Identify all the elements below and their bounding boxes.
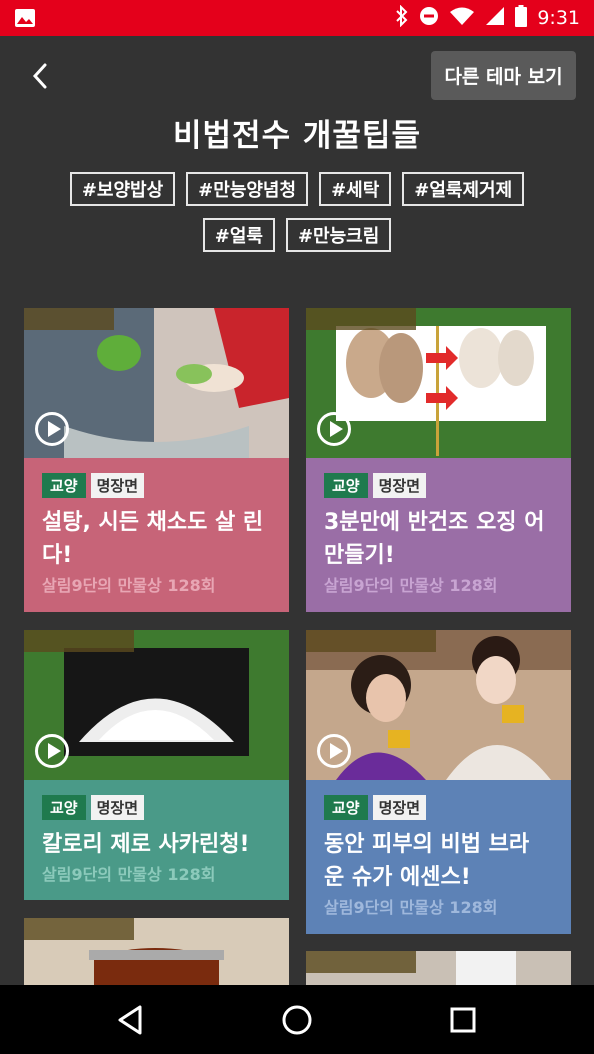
type-badge: 명장면 xyxy=(90,795,145,820)
play-icon xyxy=(317,412,351,446)
image-icon xyxy=(14,8,36,28)
category-badge: 교양 xyxy=(324,795,368,820)
card-title: 칼로리 제로 사카린청! xyxy=(42,832,250,857)
video-thumbnail xyxy=(24,308,289,458)
other-theme-button[interactable]: 다른 테마 보기 xyxy=(431,51,576,100)
tag-chip[interactable]: #만능양념청 xyxy=(186,172,309,206)
card-body: 교양 명장면 칼로리 제로 사카린청! 살림9단의 만물상 128회 xyxy=(24,780,289,900)
video-card[interactable]: 교양 명장면 칼로리 제로 사카린청! 살림9단의 만물상 128회 xyxy=(24,630,289,900)
video-card[interactable] xyxy=(24,918,289,985)
card-body: 교양 명장면 3분만에 반건조 오징 어 만들기! 살림9단의 만물상 128회 xyxy=(306,458,571,612)
card-subtitle: 살림9단의 만물상 128회 xyxy=(324,898,498,917)
wifi-icon xyxy=(449,6,475,30)
tag-chip[interactable]: #얼룩 xyxy=(202,218,275,252)
type-badge: 명장면 xyxy=(372,473,427,498)
recents-square-icon[interactable] xyxy=(446,1003,480,1037)
clock-time: 9:31 xyxy=(537,7,580,29)
tag-chip[interactable]: #만능크림 xyxy=(285,218,392,252)
video-thumbnail xyxy=(306,630,571,780)
type-badge: 명장면 xyxy=(372,795,427,820)
home-circle-icon[interactable] xyxy=(280,1003,314,1037)
video-thumbnail xyxy=(306,308,571,458)
tag-chip[interactable]: #얼룩제거제 xyxy=(402,172,525,206)
category-badge: 교양 xyxy=(324,473,368,498)
card-subtitle: 살림9단의 만물상 128회 xyxy=(42,576,216,595)
card-title: 동안 피부의 비법 브라 운 슈가 에센스! xyxy=(324,832,530,890)
battery-icon xyxy=(515,5,528,31)
card-body: 교양 명장면 동안 피부의 비법 브라 운 슈가 에센스! 살림9단의 만물상 … xyxy=(306,780,571,934)
tag-list: #보양밥상 #만능양념청 #세탁 #얼룩제거제 #얼룩 #만능크림 xyxy=(40,172,554,252)
video-card[interactable] xyxy=(306,951,571,985)
type-badge: 명장면 xyxy=(90,473,145,498)
video-thumbnail xyxy=(24,630,289,780)
video-thumbnail xyxy=(24,918,289,985)
back-triangle-icon[interactable] xyxy=(114,1003,148,1037)
status-bar: 9:31 xyxy=(0,0,594,36)
tag-chip[interactable]: #보양밥상 xyxy=(69,172,176,206)
card-body: 교양 명장면 설탕, 시든 채소도 살 린다! 살림9단의 만물상 128회 xyxy=(24,458,289,612)
video-card[interactable]: 교양 명장면 설탕, 시든 채소도 살 린다! 살림9단의 만물상 128회 xyxy=(24,308,289,612)
play-icon xyxy=(35,734,69,768)
bluetooth-icon xyxy=(395,4,409,31)
card-subtitle: 살림9단의 만물상 128회 xyxy=(42,865,216,884)
cellular-icon xyxy=(485,6,505,30)
play-icon xyxy=(317,734,351,768)
card-subtitle: 살림9단의 만물상 128회 xyxy=(324,576,498,595)
video-thumbnail xyxy=(306,951,571,985)
do-not-disturb-icon xyxy=(419,6,439,30)
chevron-left-icon xyxy=(32,63,47,89)
video-card[interactable]: 교양 명장면 3분만에 반건조 오징 어 만들기! 살림9단의 만물상 128회 xyxy=(306,308,571,612)
tag-chip[interactable]: #세탁 xyxy=(319,172,392,206)
back-button[interactable] xyxy=(22,58,58,94)
page-title: 비법전수 개꿀팁들 xyxy=(173,118,421,154)
category-badge: 교양 xyxy=(42,473,86,498)
system-nav-bar xyxy=(0,985,594,1054)
play-icon xyxy=(35,412,69,446)
category-badge: 교양 xyxy=(42,795,86,820)
status-icons: 9:31 xyxy=(395,0,580,36)
card-title: 3분만에 반건조 오징 어 만들기! xyxy=(324,510,545,568)
card-title: 설탕, 시든 채소도 살 린다! xyxy=(42,510,264,568)
video-card[interactable]: 교양 명장면 동안 피부의 비법 브라 운 슈가 에센스! 살림9단의 만물상 … xyxy=(306,630,571,934)
